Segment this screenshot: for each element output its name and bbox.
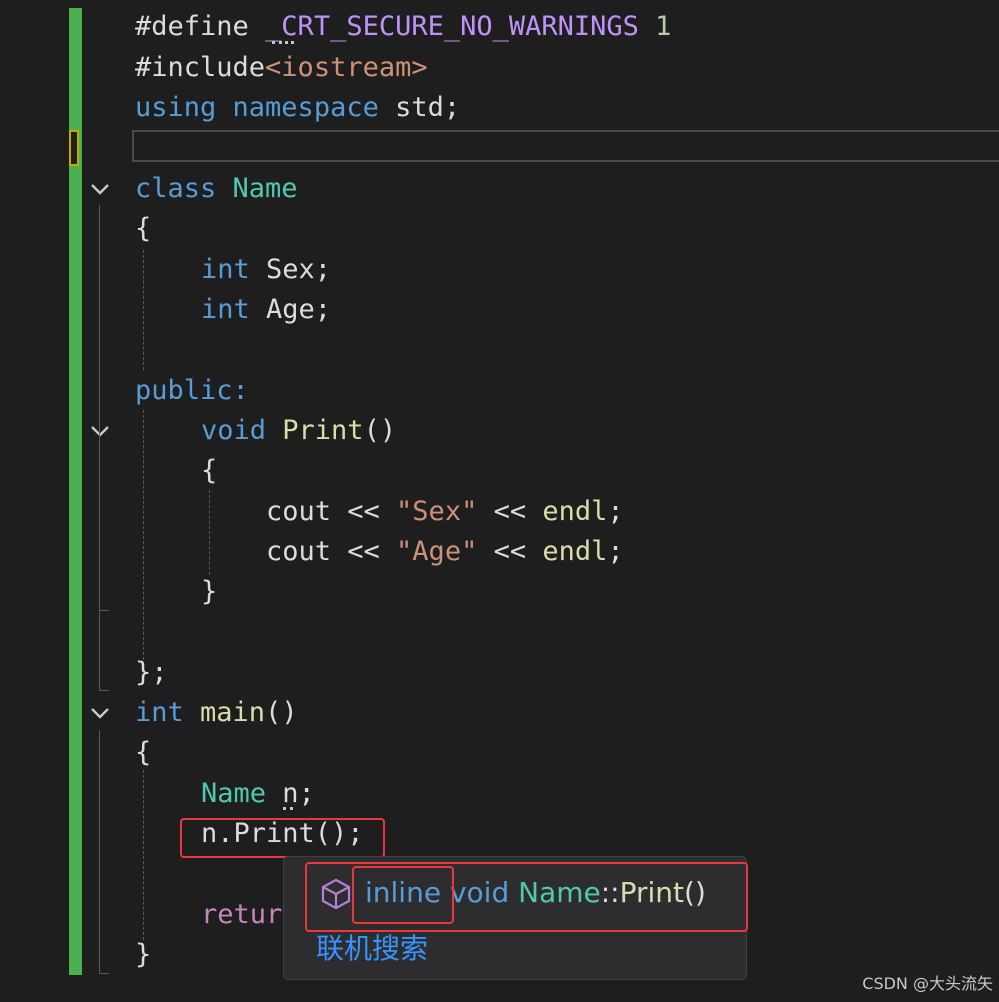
code-line-return[interactable]: retur: [201, 898, 282, 932]
class-name: Name: [216, 173, 298, 204]
keyword: namespace: [216, 92, 396, 123]
squiggle-indicator: [272, 38, 294, 44]
macro-name: _CRT_SECURE_NO_WARNINGS: [265, 11, 639, 42]
fold-chevron-down-icon[interactable]: [89, 420, 111, 442]
brace: {: [201, 455, 218, 486]
code-line-main[interactable]: int main(): [135, 696, 298, 730]
brace: {: [135, 737, 152, 768]
unsaved-change-marker: [69, 130, 79, 166]
indent-guide: [143, 250, 144, 370]
code-line-declare-n[interactable]: Name n;: [201, 777, 315, 811]
operator: <<: [477, 496, 543, 527]
identifier: std;: [395, 92, 461, 123]
squiggle-indicator: [283, 804, 293, 810]
brace: }: [135, 939, 152, 970]
function-name: main: [183, 697, 266, 728]
identifier: cout <<: [266, 536, 397, 567]
code-line-class[interactable]: class Name: [135, 172, 298, 206]
fold-guide-end: [99, 610, 109, 611]
code-line-public[interactable]: public:: [135, 374, 249, 408]
keyword: int: [201, 294, 250, 325]
indent-guide: [209, 490, 210, 575]
fold-guide-end: [99, 973, 109, 974]
fold-guide-line: [99, 730, 100, 973]
brace: {: [135, 213, 152, 244]
keyword: retur: [201, 899, 283, 930]
semicolon: ;: [607, 496, 624, 527]
code-line-brace[interactable]: {: [135, 212, 151, 246]
identifier: endl: [542, 496, 608, 527]
identifier: endl: [542, 536, 608, 567]
watermark: CSDN @大头流矢: [862, 974, 993, 993]
access-specifier: public:: [135, 375, 249, 406]
macro-value: 1: [638, 11, 672, 42]
fold-chevron-down-icon[interactable]: [89, 178, 111, 200]
code-line-class-end[interactable]: };: [135, 656, 168, 690]
identifier: Age;: [249, 294, 332, 325]
code-line-brace[interactable]: {: [201, 454, 217, 488]
string-literal: "Age": [396, 536, 478, 567]
keyword: void: [201, 415, 267, 446]
fold-guide-end: [99, 690, 109, 691]
brace: };: [135, 657, 168, 688]
parens: (): [265, 697, 298, 728]
code-line-using[interactable]: using namespace std;: [135, 91, 460, 125]
code-line-field-age[interactable]: int Age;: [201, 293, 331, 327]
keyword: int: [135, 697, 184, 728]
semicolon: ;: [607, 536, 624, 567]
code-line-include[interactable]: #include<iostream>: [135, 51, 428, 85]
indent-guide: [143, 410, 144, 660]
keyword: int: [201, 254, 250, 285]
keyword: using: [135, 92, 217, 123]
code-line-print-decl[interactable]: void Print(): [201, 414, 396, 448]
fold-guide-line: [99, 205, 100, 690]
define-directive: #define: [135, 11, 266, 42]
fold-chevron-down-icon[interactable]: [89, 702, 111, 724]
include-header: <iostream>: [265, 52, 428, 83]
identifier: cout <<: [266, 496, 397, 527]
parens: (): [363, 415, 397, 446]
code-line-main-end[interactable]: }: [135, 938, 151, 972]
highlight-box-inline: [352, 866, 454, 924]
code-line-field-sex[interactable]: int Sex;: [201, 253, 331, 287]
code-line-cout-age[interactable]: cout << "Age" << endl;: [266, 535, 624, 569]
indent-guide: [143, 770, 144, 940]
include-directive: #include: [135, 52, 266, 83]
identifier: Sex;: [249, 254, 332, 285]
current-line-highlight: [132, 130, 999, 162]
code-line-brace[interactable]: }: [201, 575, 217, 609]
operator: <<: [477, 536, 543, 567]
string-literal: "Sex": [396, 496, 478, 527]
code-line-cout-sex[interactable]: cout << "Sex" << endl;: [266, 495, 624, 529]
highlight-box-call: [180, 818, 385, 858]
online-search-link[interactable]: 联机搜索: [316, 929, 428, 969]
code-line-brace[interactable]: {: [135, 736, 151, 770]
brace: }: [201, 576, 218, 607]
function-name: Print: [266, 415, 364, 446]
keyword: class: [135, 173, 217, 204]
class-name: Name: [201, 778, 267, 809]
code-line-define[interactable]: #define _CRT_SECURE_NO_WARNINGS 1: [135, 10, 671, 44]
